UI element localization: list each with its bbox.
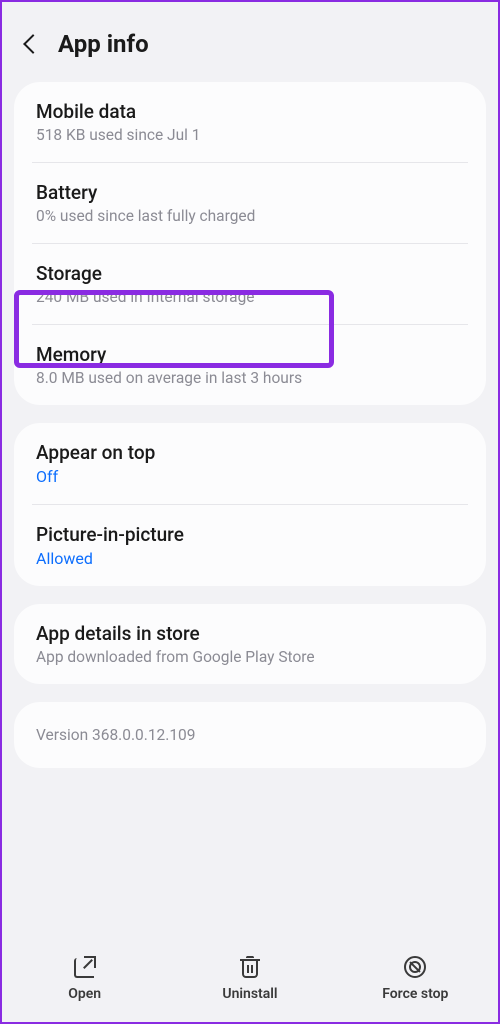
pip-row[interactable]: Picture-in-picture Allowed [14,505,486,586]
store-title: App details in store [36,622,464,645]
storage-row[interactable]: Storage 240 MB used in Internal storage [14,244,486,324]
force-stop-label: Force stop [382,986,448,1002]
uninstall-label: Uninstall [222,986,277,1002]
pip-title: Picture-in-picture [36,523,464,546]
pip-sub: Allowed [36,549,464,568]
version-section: Version 368.0.0.12.109 [14,702,486,768]
display-section: Appear on top Off Picture-in-picture All… [14,423,486,586]
open-label: Open [68,986,101,1002]
mobile-data-title: Mobile data [36,100,464,123]
uninstall-button[interactable]: Uninstall [200,956,300,1002]
appear-on-top-sub: Off [36,467,464,486]
open-button[interactable]: Open [35,956,135,1002]
open-icon [74,956,96,978]
store-section: App details in store App downloaded from… [14,604,486,684]
page-title: App info [58,30,149,58]
stop-icon [404,956,426,978]
storage-sub: 240 MB used in Internal storage [36,288,464,306]
memory-title: Memory [36,343,464,366]
trash-icon [240,956,260,978]
appear-on-top-title: Appear on top [36,441,464,464]
usage-section: Mobile data 518 KB used since Jul 1 Batt… [14,82,486,405]
app-header: App info [2,2,498,82]
bottom-toolbar: Open Uninstall Force stop [2,944,498,1022]
store-sub: App downloaded from Google Play Store [36,648,464,666]
mobile-data-sub: 518 KB used since Jul 1 [36,126,464,144]
battery-sub: 0% used since last fully charged [36,207,464,225]
battery-title: Battery [36,181,464,204]
appear-on-top-row[interactable]: Appear on top Off [14,423,486,504]
storage-title: Storage [36,262,464,285]
memory-sub: 8.0 MB used on average in last 3 hours [36,369,464,387]
mobile-data-row[interactable]: Mobile data 518 KB used since Jul 1 [14,82,486,162]
back-icon[interactable] [23,34,43,54]
memory-row[interactable]: Memory 8.0 MB used on average in last 3 … [14,325,486,405]
force-stop-button[interactable]: Force stop [365,956,465,1002]
version-label: Version 368.0.0.12.109 [36,726,464,744]
battery-row[interactable]: Battery 0% used since last fully charged [14,163,486,243]
store-row[interactable]: App details in store App downloaded from… [14,604,486,684]
